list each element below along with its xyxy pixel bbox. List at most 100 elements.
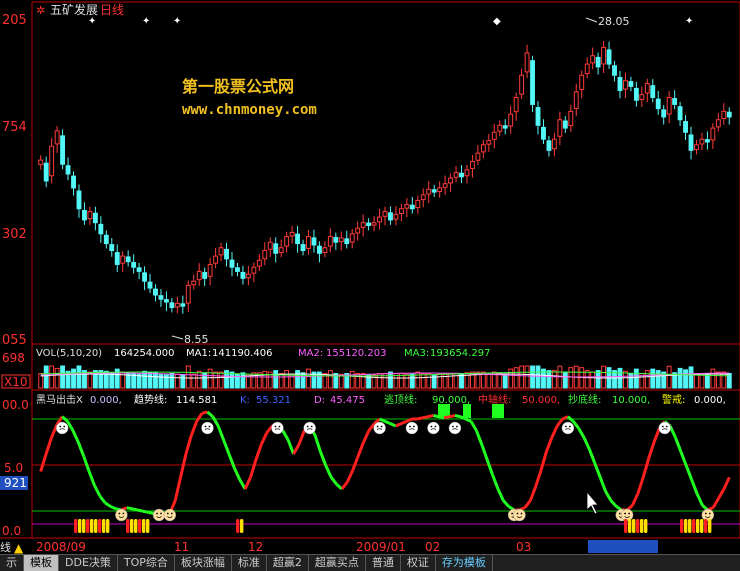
- tab-save-template[interactable]: 存为模板: [436, 555, 493, 571]
- smiley-face: [427, 421, 440, 435]
- volume-value: 164254.000: [114, 348, 174, 359]
- candle-body: [431, 189, 437, 193]
- tab-standard[interactable]: 标准: [232, 555, 267, 571]
- price-tick: 302: [2, 227, 27, 242]
- alert-block: [134, 519, 138, 533]
- price-tick: 754: [2, 120, 27, 135]
- tab-left-stub[interactable]: 示: [0, 555, 24, 571]
- trend-segment: [443, 415, 450, 420]
- candle-body: [639, 94, 645, 100]
- volume-bar: [546, 370, 552, 389]
- high-price-label: 28.05: [598, 15, 630, 28]
- trend-segment: [131, 507, 138, 512]
- smiley-icon: [561, 421, 575, 435]
- candle-body: [628, 81, 634, 87]
- candle-body: [49, 145, 55, 177]
- volume-tick: 698: [2, 351, 25, 365]
- smiley-eye: [704, 512, 707, 515]
- settings-icon[interactable]: ✲: [36, 4, 45, 17]
- candle-body: [650, 85, 656, 98]
- trend-segment: [286, 439, 295, 455]
- candle-body: [710, 127, 716, 141]
- smiley-face: [271, 421, 284, 435]
- volume-bar: [180, 374, 186, 389]
- star-icon: ✦: [142, 16, 150, 27]
- alert-block: [126, 519, 130, 533]
- candle-body: [426, 188, 432, 195]
- tab-chaoying-buy[interactable]: 超赢买点: [309, 555, 366, 571]
- trend-segment: [459, 415, 467, 421]
- smiley-eye: [278, 425, 281, 428]
- time-cursor-box: [588, 540, 658, 553]
- trend-value: 114.581: [176, 395, 217, 406]
- candle-body: [202, 271, 208, 279]
- volume-bar: [655, 370, 661, 389]
- tab-template[interactable]: 模板: [24, 555, 59, 571]
- candle-body: [453, 172, 459, 178]
- candle-body: [169, 302, 175, 309]
- price-header: ✲ 五矿发展 日线: [36, 2, 124, 17]
- alert-block: [680, 519, 684, 533]
- candle-body: [306, 236, 311, 249]
- trend-segment: [249, 459, 258, 478]
- time-label: 12: [248, 540, 263, 554]
- candle-body: [267, 241, 273, 250]
- smiley-face: [152, 508, 166, 522]
- candle-body: [601, 46, 607, 65]
- volume-bar: [207, 368, 213, 389]
- tab-normal[interactable]: 普通: [366, 555, 401, 571]
- smiley-eye: [204, 425, 207, 428]
- smiley-eye: [434, 425, 437, 428]
- candle-body: [98, 223, 104, 235]
- watermark-url: www.chnmoney.com: [182, 102, 317, 118]
- indicator-y-axis: 00.0 5.0 0.0: [2, 398, 29, 538]
- trend-segment: [449, 414, 456, 419]
- stock-title: 五矿发展: [50, 2, 98, 17]
- smiley-icon: [658, 421, 672, 435]
- trend-segment: [598, 476, 607, 492]
- trend-segment: [292, 443, 301, 455]
- tab-warrant[interactable]: 权证: [401, 555, 436, 571]
- smiley-face: [701, 508, 715, 522]
- trend-segment: [147, 510, 154, 515]
- volume-header: VOL(5,10,20) 164254.000 MA1: 141190.406 …: [36, 348, 490, 359]
- candle-body: [704, 139, 710, 143]
- smiley-icon: [701, 508, 715, 522]
- candle-body: [464, 169, 470, 177]
- volume-bar: [568, 367, 574, 389]
- tab-top[interactable]: TOP综合: [118, 555, 175, 571]
- volume-bar: [306, 368, 311, 389]
- tab-chaoying2[interactable]: 超赢2: [267, 555, 309, 571]
- candle-body: [502, 125, 508, 129]
- trend-segment: [206, 410, 214, 418]
- candle-body: [699, 138, 705, 145]
- volume-bar: [530, 365, 535, 389]
- candle-body: [557, 119, 563, 137]
- smiley-face: [303, 421, 316, 435]
- alert-block: [86, 519, 90, 533]
- candle-body: [688, 134, 694, 151]
- volume-bar: [60, 365, 66, 389]
- candle-body: [349, 233, 355, 243]
- candle-body: [289, 231, 295, 237]
- volume-bar: [683, 369, 688, 389]
- time-label: 03: [516, 540, 531, 554]
- volume-bar: [349, 370, 355, 389]
- trend-segment: [469, 420, 478, 432]
- trend-segment: [104, 501, 112, 508]
- candle-body: [546, 140, 552, 151]
- trend-segment: [400, 419, 408, 426]
- time-label: 11: [174, 540, 189, 554]
- smiley-eye: [452, 425, 454, 428]
- tab-dde[interactable]: DDE决策: [59, 555, 118, 571]
- trend-segment: [98, 495, 107, 504]
- candle-body: [38, 159, 44, 166]
- indicator-last-value: 921: [4, 476, 27, 490]
- volume-bar: [158, 373, 164, 389]
- candle-body: [235, 267, 240, 272]
- trend-segment: [502, 499, 510, 508]
- candle-body: [316, 245, 322, 254]
- tab-sector[interactable]: 板块涨幅: [175, 555, 232, 571]
- volume-bar: [704, 374, 710, 389]
- trend-segment: [137, 508, 144, 513]
